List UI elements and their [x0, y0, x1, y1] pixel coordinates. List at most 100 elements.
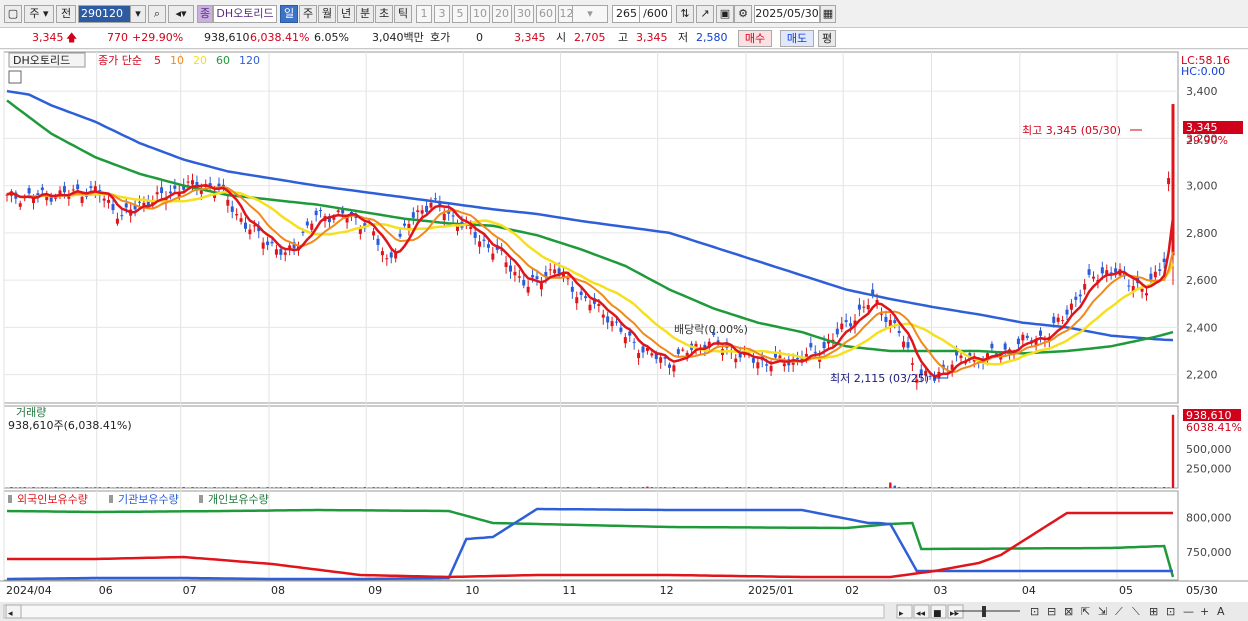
candle-body — [124, 203, 128, 208]
holding-legend-marker-2 — [199, 495, 203, 503]
candle-body — [522, 280, 526, 286]
candle-body — [990, 343, 994, 349]
period-tab-4[interactable]: 분 — [356, 5, 374, 23]
buy-button[interactable]: 매수 — [738, 30, 772, 47]
interval-button-1[interactable]: 3 — [434, 5, 450, 23]
candle-body — [844, 320, 848, 323]
candle-body — [796, 357, 800, 359]
candle-body — [539, 283, 543, 290]
candle-body — [217, 183, 221, 187]
candle-body — [535, 276, 539, 279]
high-note: 최고 3,345 (05/30) — [1022, 124, 1121, 137]
volume-bar — [544, 487, 548, 488]
candle-body — [120, 215, 124, 217]
volume-bar — [451, 487, 455, 488]
volume-bar — [814, 487, 817, 488]
volume-bar — [513, 487, 517, 488]
y-tick-label-4: 2,600 — [1186, 274, 1218, 287]
volume-bar — [787, 487, 790, 488]
zoom-slider-handle[interactable] — [982, 606, 986, 617]
scrollbar-track[interactable] — [3, 604, 885, 619]
candle-body — [1052, 316, 1056, 323]
interval-button-6[interactable]: 60 — [536, 5, 556, 23]
volume-bar — [875, 487, 879, 488]
period-tab-2[interactable]: 월 — [318, 5, 336, 23]
eval-button[interactable]: 평 — [818, 30, 836, 47]
candle-body — [288, 245, 292, 249]
search-icon[interactable]: ⌕ — [148, 5, 166, 23]
sell-button[interactable]: 매도 — [780, 30, 814, 47]
volume-bar — [553, 487, 556, 488]
volume-bar — [1048, 487, 1051, 488]
volume-bar — [85, 487, 88, 488]
amount: 3,040백만 — [372, 31, 424, 44]
interval-button-2[interactable]: 5 — [452, 5, 468, 23]
interval-button-5[interactable]: 30 — [514, 5, 534, 23]
volume-bar — [986, 487, 989, 488]
volume-bar — [1132, 487, 1135, 488]
prev-button[interactable]: 전 — [56, 5, 76, 23]
candle-icon[interactable]: ⇅ — [676, 5, 694, 23]
volume-bar — [319, 487, 322, 488]
interval-button-3[interactable]: 10 — [470, 5, 490, 23]
chevron-down-icon[interactable]: ▾ — [130, 5, 146, 23]
count-input[interactable]: 265 — [612, 5, 640, 23]
volume-bar — [893, 485, 896, 488]
line-tool-icon[interactable]: ↗ — [696, 5, 714, 23]
period-tab-1[interactable]: 주 — [299, 5, 317, 23]
candle-body — [778, 355, 782, 358]
volume-bar — [1118, 487, 1122, 488]
volume-bar — [385, 487, 389, 488]
candle-body — [632, 341, 636, 343]
volume-bar — [858, 487, 861, 488]
window-icon[interactable]: ▢ — [4, 5, 22, 23]
candle-body — [1092, 276, 1095, 279]
legend-period-120: 120 — [239, 54, 260, 67]
volume-title: 거래량 — [16, 406, 46, 419]
x-tick-label-6: 11 — [563, 584, 577, 597]
candle-body — [305, 221, 309, 226]
save-icon[interactable]: ▣ — [716, 5, 734, 23]
volume-bar — [151, 487, 154, 488]
candle-body — [668, 364, 671, 368]
candle-body — [416, 210, 420, 213]
scroll-button-glyph-3: ■ — [933, 609, 942, 619]
date-input[interactable]: 2025/05/30 — [754, 5, 820, 23]
table-icon — [8, 70, 22, 84]
volume-bar — [345, 487, 349, 488]
candle-body — [261, 242, 265, 249]
candle-body — [526, 286, 530, 293]
period-tab-0[interactable]: 일 — [280, 5, 298, 23]
period-select[interactable]: 주 ▾ — [24, 5, 54, 23]
period-tab-6[interactable]: 틱 — [394, 5, 412, 23]
volume-bar — [990, 487, 994, 488]
volume-bar — [253, 487, 256, 488]
candle-body — [274, 249, 278, 255]
candle-body — [429, 202, 433, 208]
volume-bar — [381, 487, 384, 488]
calendar-icon[interactable]: ▦ — [820, 5, 836, 23]
blank-select[interactable]: ▾ — [572, 5, 608, 23]
candle-body — [1167, 178, 1171, 185]
legend-period-10: 10 — [170, 54, 184, 67]
gear-icon[interactable]: ⚙ — [734, 5, 752, 23]
volume-bar — [248, 487, 252, 488]
candle-body — [676, 349, 680, 354]
volume-rate-label: 6038.41% — [1186, 421, 1242, 434]
period-tab-3[interactable]: 년 — [337, 5, 355, 23]
candle-body — [637, 353, 641, 359]
period-tab-5[interactable]: 초 — [375, 5, 393, 23]
interval-button-0[interactable]: 1 — [416, 5, 432, 23]
legend-stock-name: DH오토리드 — [13, 54, 70, 67]
sound-icon[interactable]: ◂▾ — [168, 5, 194, 23]
up-arrow-icon: 🡅 — [66, 31, 78, 44]
volume-bar — [1026, 487, 1029, 488]
volume-bar — [818, 487, 821, 488]
candle-body — [606, 316, 610, 323]
volume-bar — [376, 487, 380, 488]
volume-bar — [129, 487, 132, 488]
chart-area[interactable]: 2024/04 06 07 08 09 10 11 12 2025/01 02 03 04 05 05/3… — [0, 50, 1248, 621]
interval-button-4[interactable]: 20 — [492, 5, 512, 23]
candle-body — [1158, 269, 1162, 271]
stock-chart[interactable]: 2024/04 06 07 08 09 10 11 12 2025/01 02 03 04 05 05/3… — [0, 50, 1248, 621]
